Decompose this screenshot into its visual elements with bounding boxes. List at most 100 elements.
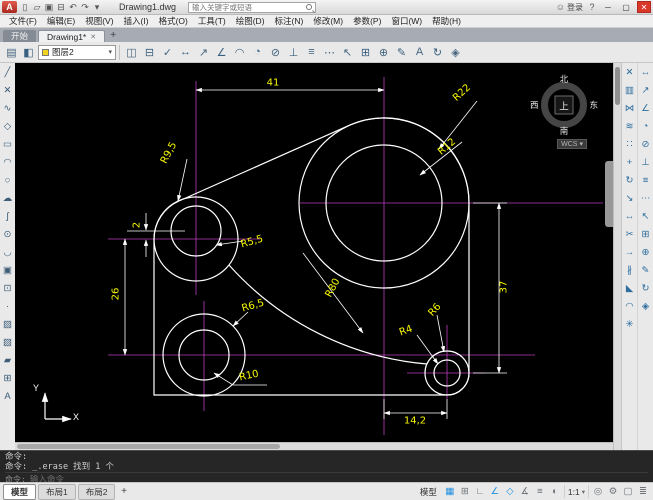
new-file-icon[interactable]: ▯ bbox=[19, 1, 31, 14]
new-layout-button[interactable]: + bbox=[117, 486, 130, 497]
polygon-icon[interactable]: ◇ bbox=[1, 120, 14, 133]
dim-update-icon[interactable]: ↻ bbox=[639, 282, 652, 295]
region-icon[interactable]: ▰ bbox=[1, 354, 14, 367]
copy-icon[interactable]: ▥ bbox=[623, 84, 636, 97]
revision-cloud-icon[interactable]: ☁ bbox=[1, 192, 14, 205]
plot-preview-icon[interactable]: ◫ bbox=[123, 44, 140, 61]
menu-item[interactable]: 绘图(D) bbox=[231, 15, 270, 28]
menu-item[interactable]: 参数(P) bbox=[348, 15, 386, 28]
start-tab[interactable]: 开始 bbox=[3, 30, 36, 42]
horizontal-scrollbar[interactable] bbox=[15, 442, 613, 450]
polar-icon[interactable]: ∠ bbox=[488, 485, 502, 498]
search-input[interactable] bbox=[192, 3, 304, 12]
dim-continue-icon[interactable]: ⋯ bbox=[321, 44, 338, 61]
model-space-canvas[interactable]: 41 R22 R12 R9,5 R5,5 2 26 R6,5 R80 R6 R4… bbox=[15, 63, 613, 442]
explode-icon[interactable]: ✳ bbox=[623, 318, 636, 331]
app-logo-icon[interactable]: A bbox=[2, 1, 17, 13]
snap-icon[interactable]: ⊞ bbox=[458, 485, 472, 498]
maximize-button[interactable]: ▢ bbox=[619, 1, 633, 13]
status-model-label[interactable]: 模型 bbox=[416, 486, 441, 498]
dim-linear-icon[interactable]: ↔ bbox=[177, 44, 194, 61]
dim-diameter-icon[interactable]: ⊘ bbox=[267, 44, 284, 61]
ortho-icon[interactable]: ∟ bbox=[473, 485, 487, 498]
dim-arc-length-icon[interactable]: ◠ bbox=[231, 44, 248, 61]
dim-radius-icon[interactable]: ◔ bbox=[249, 44, 266, 61]
break-icon[interactable]: ∦ bbox=[623, 264, 636, 277]
search-box[interactable] bbox=[188, 2, 316, 13]
minimize-button[interactable]: ─ bbox=[601, 1, 615, 13]
fullscreen-icon[interactable]: ▢ bbox=[621, 485, 635, 498]
menu-item[interactable]: 标注(N) bbox=[270, 15, 309, 28]
layer-states-icon[interactable]: ◧ bbox=[20, 44, 37, 61]
wcs-button[interactable]: WCS ▾ bbox=[557, 139, 587, 149]
dim-ordinate-icon[interactable]: ⊥ bbox=[285, 44, 302, 61]
close-button[interactable]: ✕ bbox=[637, 1, 651, 13]
annotation-scale-dropdown[interactable]: 1:1 ▾ bbox=[564, 485, 589, 498]
stretch-icon[interactable]: ↔ bbox=[623, 210, 636, 223]
menu-item[interactable]: 窗口(W) bbox=[386, 15, 427, 28]
circle-icon[interactable]: ○ bbox=[1, 174, 14, 187]
transparency-icon[interactable]: ◐ bbox=[548, 485, 562, 498]
undo-icon[interactable]: ↶ bbox=[67, 1, 79, 14]
make-block-icon[interactable]: ⊡ bbox=[1, 282, 14, 295]
save-icon[interactable]: ▣ bbox=[43, 1, 55, 14]
dim-linear-icon[interactable]: ↔ bbox=[639, 66, 652, 79]
dim-diameter-icon[interactable]: ⊘ bbox=[639, 138, 652, 151]
fillet-icon[interactable]: ◠ bbox=[623, 300, 636, 313]
center-mark-icon[interactable]: ⊕ bbox=[639, 246, 652, 259]
layout-tab-2[interactable]: 布局2 bbox=[78, 484, 116, 500]
menu-item[interactable]: 编辑(E) bbox=[42, 15, 80, 28]
compass-north-label[interactable]: 北 bbox=[560, 73, 569, 85]
tolerance-icon[interactable]: ⊞ bbox=[639, 228, 652, 241]
dim-ordinate-icon[interactable]: ⊥ bbox=[639, 156, 652, 169]
rotate-icon[interactable]: ↻ bbox=[623, 174, 636, 187]
workspace-gear-icon[interactable]: ⚙ bbox=[606, 485, 620, 498]
gradient-icon[interactable]: ▧ bbox=[1, 336, 14, 349]
center-mark-icon[interactable]: ⊕ bbox=[375, 44, 392, 61]
dim-edit-icon[interactable]: ✎ bbox=[393, 44, 410, 61]
multileader-icon[interactable]: ↖ bbox=[339, 44, 356, 61]
dim-baseline-icon[interactable]: ≡ bbox=[639, 174, 652, 187]
array-icon[interactable]: ∷ bbox=[623, 138, 636, 151]
annotation-visibility-icon[interactable]: ◎ bbox=[591, 485, 605, 498]
compass-west-label[interactable]: 西 bbox=[530, 99, 539, 111]
menu-item[interactable]: 文件(F) bbox=[4, 15, 42, 28]
hatch-icon[interactable]: ▨ bbox=[1, 318, 14, 331]
tab-close-icon[interactable]: ✕ bbox=[90, 33, 96, 41]
tolerance-icon[interactable]: ⊞ bbox=[357, 44, 374, 61]
view-compass[interactable]: 北 南 西 东 上 bbox=[535, 76, 593, 134]
publish-icon[interactable]: ⊟ bbox=[141, 44, 158, 61]
multileader-icon[interactable]: ↖ bbox=[639, 210, 652, 223]
dim-style-icon[interactable]: ◈ bbox=[639, 300, 652, 313]
dim-baseline-icon[interactable]: ≡ bbox=[303, 44, 320, 61]
vertical-scrollbar-thumb[interactable] bbox=[615, 67, 620, 105]
quick-access-caret-icon[interactable]: ▾ bbox=[91, 1, 103, 14]
search-icon[interactable] bbox=[306, 4, 312, 10]
plot-icon[interactable]: ⊟ bbox=[55, 1, 67, 14]
spell-check-icon[interactable]: ✓ bbox=[159, 44, 176, 61]
menu-item[interactable]: 修改(M) bbox=[308, 15, 348, 28]
extend-icon[interactable]: → bbox=[623, 246, 636, 259]
layout-tab-model[interactable]: 模型 bbox=[3, 484, 36, 500]
line-icon[interactable]: ╱ bbox=[1, 66, 14, 79]
trim-icon[interactable]: ✂ bbox=[623, 228, 636, 241]
scale-icon[interactable]: ↘ bbox=[623, 192, 636, 205]
new-tab-button[interactable]: + bbox=[107, 30, 119, 42]
help-icon[interactable]: ? bbox=[587, 2, 597, 12]
ellipse-icon[interactable]: ⊙ bbox=[1, 228, 14, 241]
customize-icon[interactable]: ≣ bbox=[636, 485, 650, 498]
dim-continue-icon[interactable]: ⋯ bbox=[639, 192, 652, 205]
dim-style-icon[interactable]: ◈ bbox=[447, 44, 464, 61]
redo-icon[interactable]: ↷ bbox=[79, 1, 91, 14]
polyline-icon[interactable]: ∿ bbox=[1, 102, 14, 115]
dim-update-icon[interactable]: ↻ bbox=[429, 44, 446, 61]
rectangle-icon[interactable]: ▭ bbox=[1, 138, 14, 151]
arc-icon[interactable]: ◠ bbox=[1, 156, 14, 169]
menu-item[interactable]: 帮助(H) bbox=[427, 15, 466, 28]
lineweight-icon[interactable]: ≡ bbox=[533, 485, 547, 498]
insert-block-icon[interactable]: ▣ bbox=[1, 264, 14, 277]
compass-top-face[interactable]: 上 bbox=[555, 96, 574, 115]
menu-item[interactable]: 视图(V) bbox=[80, 15, 118, 28]
otrack-icon[interactable]: ∡ bbox=[518, 485, 532, 498]
dim-aligned-icon[interactable]: ↗ bbox=[639, 84, 652, 97]
